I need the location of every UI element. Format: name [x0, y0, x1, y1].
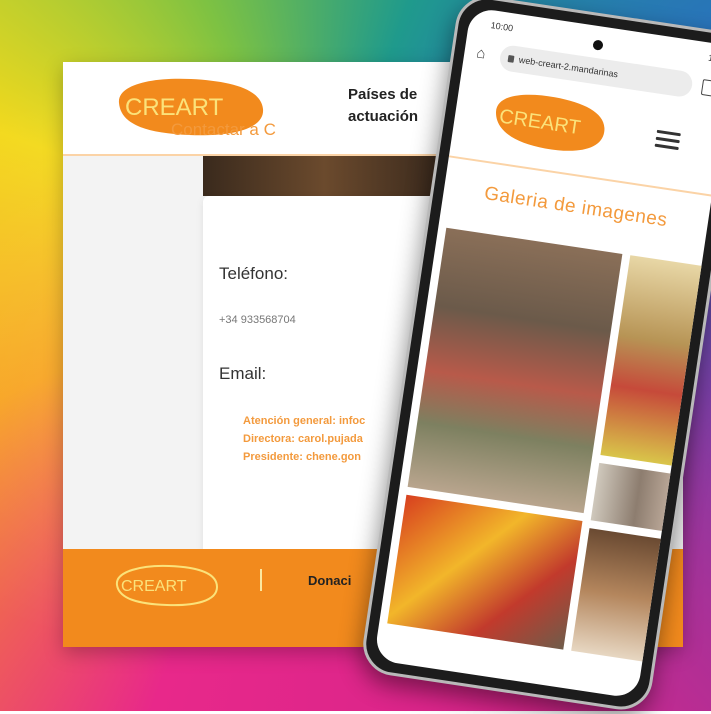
gallery-image-children-painting[interactable] — [407, 227, 623, 514]
image-gallery — [382, 227, 711, 699]
url-text: web-creart-2.mandarinas — [518, 54, 619, 80]
email-presidente[interactable]: Presidente: chene.gon — [243, 448, 365, 466]
lock-icon — [507, 55, 515, 63]
gallery-image-group[interactable] — [590, 462, 685, 533]
phone-value[interactable]: +34 933568704 — [219, 314, 296, 326]
logo-text: CREART — [125, 94, 224, 121]
home-icon[interactable]: ⌂ — [475, 44, 495, 64]
email-general[interactable]: Atención general: infoc — [243, 412, 365, 430]
gallery-image-colorful-art[interactable] — [387, 494, 583, 650]
email-directora[interactable]: Directora: carol.pujada — [243, 430, 365, 448]
phone-creart-logo[interactable]: CREART — [485, 85, 610, 160]
contact-title: Contactar a C — [171, 120, 276, 139]
status-signal: 10 — [707, 52, 711, 64]
footer-separator — [260, 569, 262, 591]
footer-logo-text: CREART — [121, 578, 187, 595]
footer-logo[interactable]: CREART — [111, 563, 221, 607]
email-list: Atención general: infoc Directora: carol… — [243, 412, 365, 466]
email-label: Email: — [219, 364, 267, 383]
tabs-icon[interactable] — [700, 79, 711, 97]
phone-label: Teléfono: — [219, 264, 288, 283]
hamburger-icon[interactable] — [654, 129, 681, 151]
footer-donaciones-link[interactable]: Donaci — [308, 573, 351, 588]
status-time: 10:00 — [490, 20, 514, 34]
